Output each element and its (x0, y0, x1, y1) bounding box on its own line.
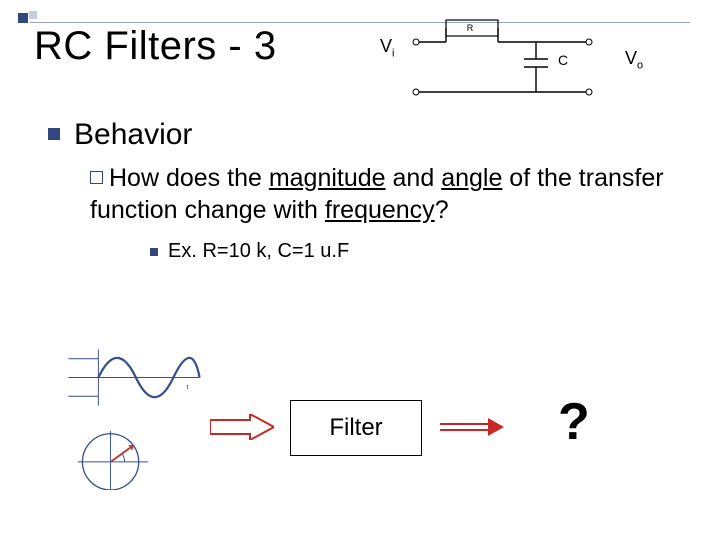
tiny-bullet-icon (150, 248, 158, 256)
phasor-sine-diagram: t (54, 340, 214, 490)
behavior-heading: Behavior (74, 118, 192, 152)
output-placeholder: ? (558, 392, 590, 452)
question-text: How does the magnitude and angle of the … (90, 162, 670, 226)
svg-text:t: t (187, 384, 189, 391)
hollow-bullet-icon (90, 171, 103, 184)
filter-box: Filter (290, 400, 422, 456)
bullet-square-icon (48, 128, 60, 140)
vo-label: Vo (625, 48, 643, 72)
example-text: Ex. R=10 k, C=1 u.F (168, 240, 349, 263)
example-row: Ex. R=10 k, C=1 u.F (150, 240, 349, 263)
c-label: C (558, 52, 568, 68)
page-title: RC Filters - 3 (34, 24, 277, 69)
arrow-right-icon (210, 414, 274, 440)
filter-label: Filter (329, 414, 382, 442)
behavior-heading-row: Behavior (48, 118, 192, 152)
rc-circuit-diagram: R C (386, 14, 616, 104)
r-label: R (467, 23, 474, 33)
arrow-right-icon (440, 416, 504, 438)
